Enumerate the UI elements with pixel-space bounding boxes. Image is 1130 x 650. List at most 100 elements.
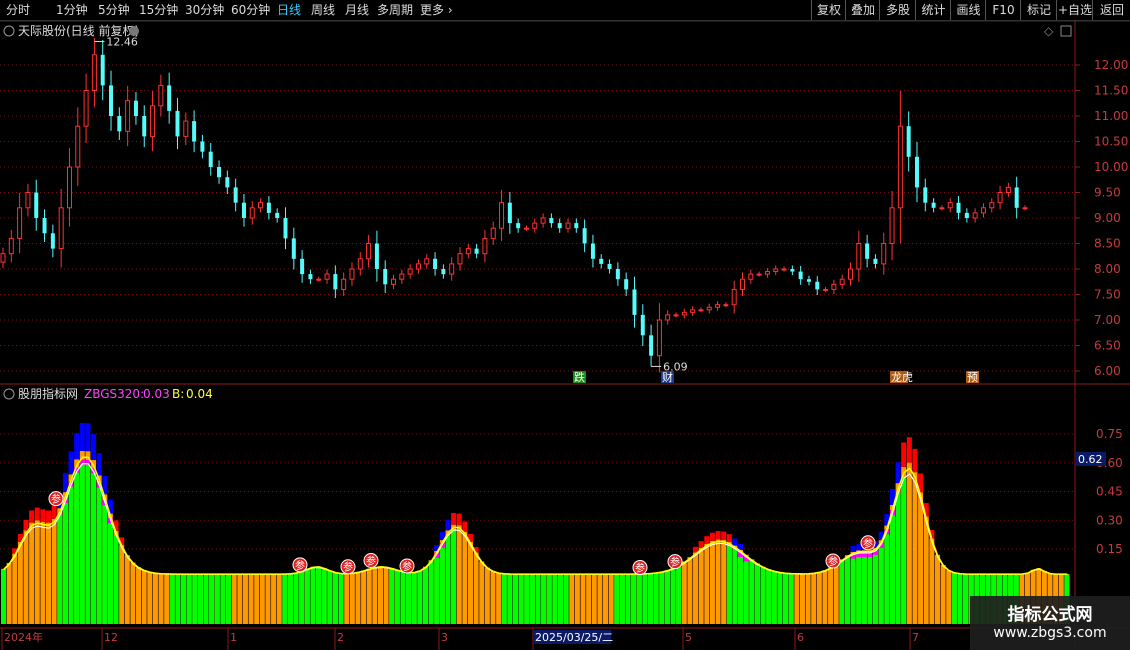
candle (34, 179, 39, 231)
indicator-bar (96, 452, 102, 476)
toolbar-button-2[interactable]: 多股 (879, 0, 916, 20)
candle (889, 190, 895, 261)
candle (42, 209, 47, 242)
indicator-bar (181, 574, 187, 624)
indicator-bar (96, 485, 102, 624)
indicator-bar (304, 569, 310, 624)
indicator-bar (12, 553, 18, 624)
toolbar-button-7[interactable]: +自选 (1056, 0, 1093, 20)
candle (590, 234, 595, 268)
period-tab-6[interactable]: 日线 (277, 0, 301, 20)
candle (324, 269, 330, 284)
candle (698, 307, 704, 313)
candlestick-series (0, 37, 1028, 373)
x-axis-date-cursor: 2025/03/25/二 (535, 631, 613, 644)
indicator-bar (62, 473, 68, 493)
toolbar-button-4[interactable]: 画线 (950, 0, 986, 20)
indicator-bar (574, 573, 580, 624)
candle (523, 225, 529, 231)
x-axis-label: 7 (912, 631, 919, 644)
indicator-bar (169, 574, 175, 624)
candle (100, 40, 105, 101)
current-value-label: 0.62 (1078, 453, 1103, 466)
indicator-bar (310, 567, 316, 624)
candle (25, 183, 31, 217)
indicator-bar (462, 521, 468, 532)
toolbar-button-1[interactable]: 叠加 (845, 0, 880, 20)
indicator-bar (693, 546, 699, 553)
period-tab-4[interactable]: 30分钟 (185, 0, 224, 20)
period-tab-2[interactable]: 5分钟 (98, 0, 130, 20)
candle (91, 37, 97, 108)
candle (599, 254, 604, 269)
indicator-bar (676, 566, 682, 624)
candle (75, 107, 81, 186)
indicator-bar (698, 547, 704, 624)
indicator-bar (625, 574, 631, 624)
indicator-bar (524, 574, 530, 624)
indicator-bar (51, 518, 57, 624)
candle (482, 229, 488, 263)
indicator-bar (85, 463, 91, 624)
x-axis-label: 2 (337, 631, 344, 644)
candle (748, 269, 754, 284)
signal-badge: 参 (667, 554, 683, 570)
indicator-bar (113, 535, 119, 624)
period-tab-3[interactable]: 15分钟 (139, 0, 178, 20)
toolbar-button-3[interactable]: 统计 (915, 0, 951, 20)
period-tab-9[interactable]: 多周期 (377, 0, 413, 20)
toolbar-button-8[interactable]: 返回 (1092, 0, 1130, 20)
candle (939, 205, 945, 211)
price-tick: 7.50 (1094, 288, 1121, 302)
candle (798, 265, 803, 285)
period-tab-10[interactable]: 更多 › (420, 0, 453, 20)
toolbar-button-0[interactable]: 复权 (811, 0, 846, 20)
candle (499, 189, 505, 241)
indicator-bar (856, 544, 862, 551)
candle (532, 218, 538, 233)
candle (624, 272, 629, 297)
period-tab-1[interactable]: 1分钟 (56, 0, 88, 20)
indicator-bar (377, 566, 383, 624)
indicator-bar (102, 502, 108, 624)
signal-badge-label: 参 (635, 562, 645, 575)
indicator-bar (833, 563, 839, 624)
toolbar-button-5[interactable]: F10 (985, 0, 1021, 20)
indicator-bar (619, 574, 625, 624)
zbgs-label: ZBGS320: (84, 387, 144, 401)
candle (17, 193, 23, 254)
indicator-bar (963, 574, 969, 624)
indicator-bar (732, 548, 738, 624)
indicator-bar (462, 531, 468, 624)
indicator-bar (715, 539, 721, 624)
period-tab-8[interactable]: 月线 (345, 0, 369, 20)
candle (357, 252, 363, 276)
indicator-bar (293, 573, 299, 624)
indicator-tick: 0.75 (1096, 427, 1123, 441)
indicator-bar (946, 570, 952, 624)
indicator-bar (422, 567, 428, 624)
candle (615, 262, 620, 286)
indicator-bar (271, 573, 277, 624)
indicator-bar (130, 562, 136, 624)
indicator-bar (40, 521, 46, 624)
indicator-bar (152, 572, 158, 624)
indicator-bar (406, 572, 412, 624)
indicator-bar (226, 574, 232, 624)
candle (790, 265, 795, 276)
indicator-bar (46, 522, 52, 624)
indicator-bar (17, 541, 23, 624)
candle (931, 198, 936, 213)
period-tab-5[interactable]: 60分钟 (231, 0, 270, 20)
candle (947, 198, 953, 213)
x-axis-label: 3 (441, 631, 448, 644)
toolbar-button-6[interactable]: 标记 (1020, 0, 1057, 20)
indicator-bar (220, 574, 226, 624)
period-tab-7[interactable]: 周线 (311, 0, 335, 20)
indicator-bar (923, 516, 929, 624)
indicator-bar (107, 519, 113, 624)
toolbar: 分时 1分钟 5分钟 15分钟 30分钟 60分钟 日线 周线 月线 多周期 更多 › 复权 叠加 多股统… (0, 0, 1130, 21)
period-tab-0[interactable]: 分时 (6, 0, 30, 20)
indicator-bar (372, 567, 378, 624)
indicator-bar (248, 573, 254, 624)
